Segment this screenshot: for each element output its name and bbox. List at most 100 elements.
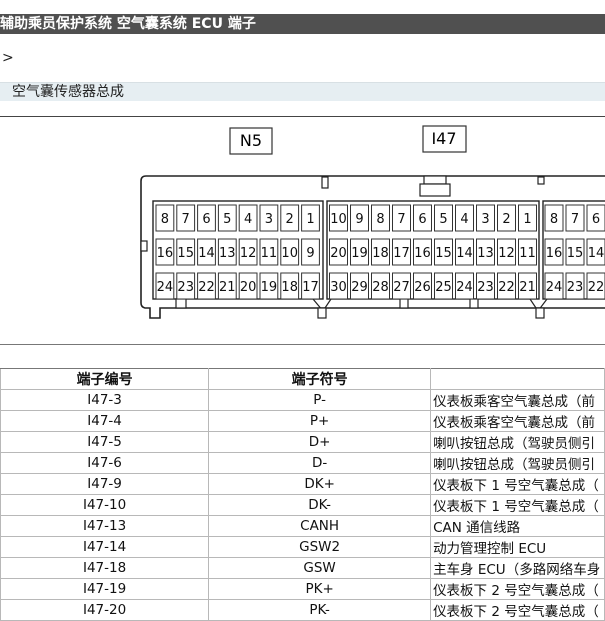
housing-foot (535, 307, 545, 319)
pin-number: 11 (519, 246, 536, 261)
terminal-number-cell: I47-19 (0, 578, 210, 600)
terminal-symbol-cell: CANH (208, 515, 432, 537)
table-row: I47-13 CANH CAN 通信线路 (0, 515, 605, 537)
housing-foot (317, 307, 327, 319)
pin-number: 8 (550, 212, 558, 227)
pin-number: 28 (372, 280, 389, 295)
pin-number: 6 (592, 212, 600, 227)
pin-number: 14 (588, 246, 605, 261)
description-cell: 仪表板下 2 号空气囊总成（ (430, 599, 605, 621)
pin-number: 9 (306, 246, 314, 261)
pin-number: 26 (414, 280, 431, 295)
pin-number: 22 (588, 280, 605, 295)
pin-number: 21 (219, 280, 236, 295)
table-row: I47-14 GSW2 动力管理控制 ECU (0, 536, 605, 558)
terminal-number-cell: I47-3 (0, 389, 210, 411)
pin-number: 2 (502, 212, 510, 227)
terminal-table: 端子编号 端子符号 I47-3 P- 仪表板乘客空气囊总成（前 I47-4 P+ 仪表板乘… (0, 368, 605, 621)
terminal-symbol-cell: DK+ (208, 473, 432, 495)
pin-number: 19 (261, 280, 278, 295)
pin-number: 6 (418, 212, 426, 227)
terminal-symbol-cell: D+ (208, 431, 432, 453)
pin-number: 16 (414, 246, 431, 261)
pin-number: 14 (456, 246, 473, 261)
pin-number: 4 (244, 212, 252, 227)
pin-number: 5 (223, 212, 231, 227)
pin-number: 10 (281, 246, 298, 261)
housing-tab (175, 298, 187, 309)
pin-number: 8 (161, 212, 169, 227)
pin-number: 5 (439, 212, 447, 227)
pin-number: 24 (546, 280, 563, 295)
pin-number: 18 (281, 280, 298, 295)
terminal-symbol-cell: P+ (208, 410, 432, 432)
pin-number: 13 (477, 246, 494, 261)
pin-number: 25 (435, 280, 452, 295)
pin-number: 11 (261, 246, 278, 261)
table-row: I47-5 D+ 喇叭按钮总成（驾驶员侧引 (0, 431, 605, 453)
pin-number: 3 (481, 212, 489, 227)
pin-number: 6 (202, 212, 210, 227)
pin-number: 16 (546, 246, 563, 261)
pin-number: 17 (302, 280, 319, 295)
housing-tab (469, 298, 479, 309)
table-row: I47-20 PK- 仪表板下 2 号空气囊总成（ (0, 599, 605, 621)
pin-number: 24 (157, 280, 174, 295)
terminal-symbol-cell: GSW2 (208, 536, 432, 558)
pin-number: 21 (519, 280, 536, 295)
description-cell: 仪表板下 1 号空气囊总成（ (430, 473, 605, 495)
terminal-number-cell: I47-10 (0, 494, 210, 516)
terminal-number-cell: I47-18 (0, 557, 210, 579)
terminal-number-cell: I47-9 (0, 473, 210, 495)
breadcrumb[interactable]: > (2, 50, 14, 66)
n5-label: N5 (240, 131, 262, 150)
pin-number: 18 (372, 246, 389, 261)
terminal-symbol-cell: PK+ (208, 578, 432, 600)
pin-number: 7 (182, 212, 190, 227)
pin-number: 24 (456, 280, 473, 295)
pin-number: 15 (567, 246, 584, 261)
pin-number: 12 (498, 246, 515, 261)
housing-latch (423, 175, 447, 185)
table-row: I47-6 D- 喇叭按钮总成（驾驶员侧引 (0, 452, 605, 474)
pin-number: 27 (393, 280, 410, 295)
housing-notch (537, 176, 545, 185)
terminal-number-cell: I47-13 (0, 515, 210, 537)
terminal-number-cell: I47-6 (0, 452, 210, 474)
table-row: I47-10 DK- 仪表板下 1 号空气囊总成（ (0, 494, 605, 516)
pin-number: 3 (265, 212, 273, 227)
pin-number: 30 (330, 280, 347, 295)
pin-number: 9 (355, 212, 363, 227)
table-row: I47-9 DK+ 仪表板下 1 号空气囊总成（ (0, 473, 605, 495)
description-cell: 仪表板乘客空气囊总成（前 (430, 410, 605, 432)
pin-number: 13 (219, 246, 236, 261)
description-cell: 仪表板乘客空气囊总成（前 (430, 389, 605, 411)
terminal-symbol-cell: D- (208, 452, 432, 474)
pin-number: 19 (351, 246, 368, 261)
description-cell: 喇叭按钮总成（驾驶员侧引 (430, 452, 605, 474)
terminal-symbol-cell: DK- (208, 494, 432, 516)
description-cell: 仪表板下 2 号空气囊总成（ (430, 578, 605, 600)
pin-number: 22 (198, 280, 215, 295)
description-cell: 喇叭按钮总成（驾驶员侧引 (430, 431, 605, 453)
pin-number: 14 (198, 246, 215, 261)
pin-number: 12 (240, 246, 257, 261)
page-title: 辅助乘员保护系统 空气囊系统 ECU 端子 (0, 16, 256, 32)
pin-number: 2 (286, 212, 294, 227)
header-description (430, 368, 605, 390)
housing-notch (321, 176, 329, 189)
section-header: 空气囊传感器总成 (0, 82, 605, 101)
description-cell: CAN 通信线路 (430, 515, 605, 537)
table-header-row: 端子编号 端子符号 (0, 368, 605, 390)
terminal-number-cell: I47-4 (0, 410, 210, 432)
connector-diagram: N5 I47 8 7 6 5 4 3 2 116 15 14 13 12 11 10 924 23 22 21 20… (140, 125, 605, 319)
terminal-number-cell: I47-20 (0, 599, 210, 621)
pin-grid: 8 7 6 5 4 3 2 116 15 14 13 12 11 10 924 23 22 21 20 19 18 171… (155, 204, 605, 300)
section-title: 空气囊传感器总成 (12, 84, 124, 100)
pin-number: 23 (477, 280, 494, 295)
page-title-bar: 辅助乘员保护系统 空气囊系统 ECU 端子 (0, 14, 605, 34)
housing-tab (399, 298, 409, 309)
pin-number: 4 (460, 212, 468, 227)
terminal-symbol-cell: PK- (208, 599, 432, 621)
pin-number: 7 (571, 212, 579, 227)
